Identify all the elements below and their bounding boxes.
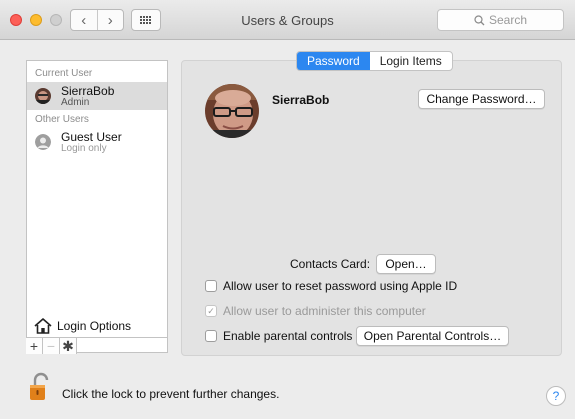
login-options-label: Login Options: [57, 319, 132, 333]
open-parental-controls-button[interactable]: Open Parental Controls…: [356, 326, 509, 346]
tab-login-items[interactable]: Login Items: [370, 52, 452, 70]
contacts-card-open-button[interactable]: Open…: [376, 254, 436, 274]
search-placeholder: Search: [488, 13, 528, 27]
sidebar-toolbar: + − ✱: [26, 337, 168, 354]
tab-bar: Password Login Items: [296, 51, 453, 71]
gear-icon: ✱: [62, 337, 74, 354]
sidebar-item-guest-user[interactable]: Guest User Login only: [27, 128, 167, 156]
user-picture[interactable]: [205, 84, 259, 138]
administer-computer-label: Allow user to administer this computer: [223, 304, 426, 318]
user-full-name: SierraBob: [272, 93, 330, 107]
parental-controls-option[interactable]: Enable parental controls: [205, 329, 352, 343]
login-options-item[interactable]: Login Options: [27, 315, 167, 337]
reset-password-checkbox[interactable]: [205, 280, 217, 292]
user-name: SierraBob: [61, 84, 115, 98]
search-icon: [474, 14, 485, 25]
current-user-header: Current User: [35, 68, 93, 79]
user-name: Guest User: [61, 130, 122, 144]
tab-password[interactable]: Password: [297, 52, 370, 70]
house-icon: [34, 318, 52, 334]
other-users-header: Other Users: [35, 114, 89, 125]
minus-icon: −: [46, 338, 56, 354]
reset-password-label: Allow user to reset password using Apple…: [223, 279, 458, 293]
lock-icon: [30, 372, 49, 400]
parental-controls-checkbox[interactable]: [205, 330, 217, 342]
administer-computer-option[interactable]: ✓ Allow user to administer this computer: [205, 304, 426, 318]
guest-user-icon: [35, 134, 51, 150]
help-icon: ?: [552, 389, 560, 403]
users-sidebar: Current User SierraBob Admin Other Users…: [26, 60, 168, 354]
user-role: Login only: [61, 143, 107, 154]
administer-computer-checkbox[interactable]: ✓: [205, 305, 217, 317]
sidebar-item-sierrabob[interactable]: SierraBob Admin: [27, 82, 167, 110]
reset-password-apple-id-option[interactable]: Allow user to reset password using Apple…: [205, 279, 457, 293]
add-user-button[interactable]: +: [26, 338, 43, 354]
lock-status-text: Click the lock to prevent further change…: [62, 387, 280, 401]
plus-icon: +: [29, 338, 39, 354]
parental-controls-label: Enable parental controls: [223, 329, 353, 343]
search-field[interactable]: Search: [437, 9, 564, 31]
remove-user-button[interactable]: −: [43, 338, 60, 354]
actions-button[interactable]: ✱: [60, 338, 77, 354]
user-role: Admin: [61, 97, 90, 108]
contacts-card-label: Contacts Card:: [290, 257, 371, 271]
help-button[interactable]: ?: [546, 386, 566, 406]
lock-button[interactable]: [28, 372, 50, 405]
user-avatar: [35, 88, 51, 104]
change-password-button[interactable]: Change Password…: [418, 89, 545, 109]
title-bar: ‹ › Users & Groups Search: [0, 0, 575, 40]
